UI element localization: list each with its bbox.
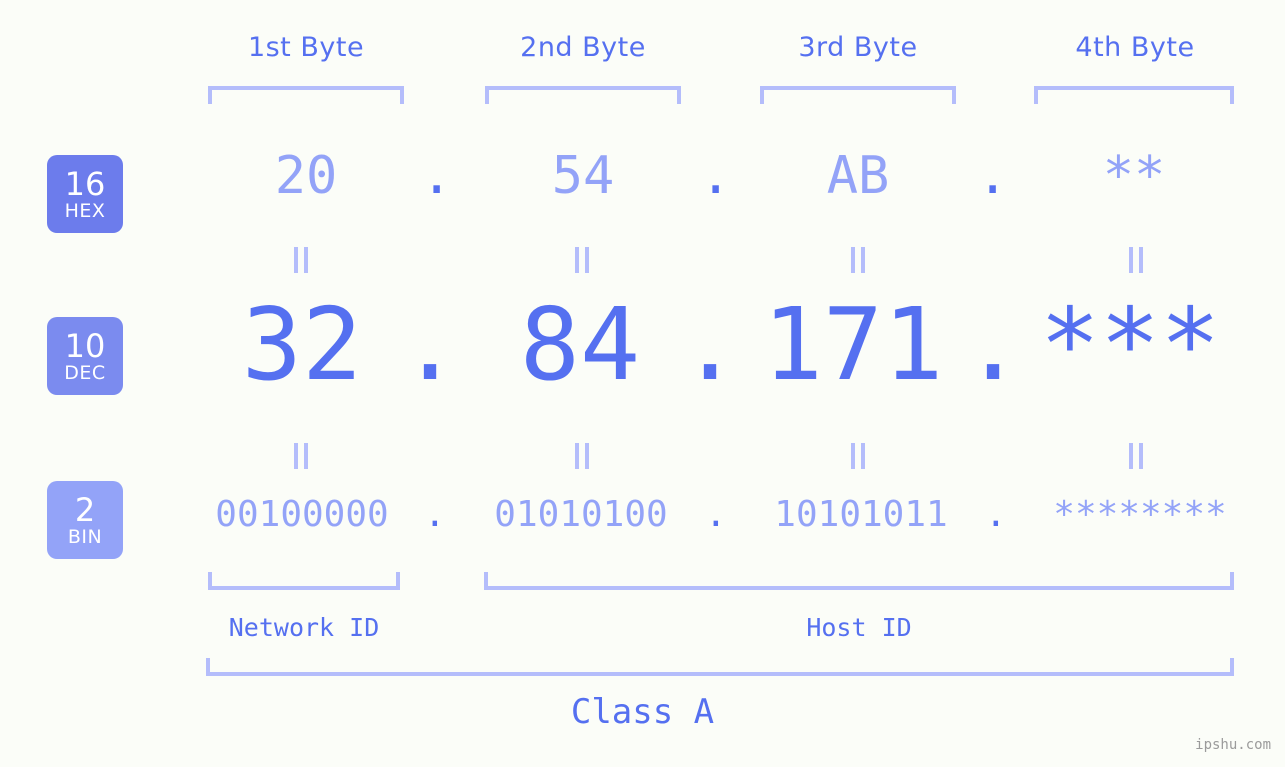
byte-header-4: 4th Byte <box>1035 32 1235 63</box>
equivalence-mark-hex-dec-4 <box>1125 246 1147 274</box>
network-id-bracket <box>208 572 400 590</box>
byte-header-4-label: 4th Byte <box>1075 32 1195 63</box>
base-badge-bin-number: 2 <box>74 490 96 529</box>
base-badge-dec: 10 DEC <box>47 317 123 395</box>
byte-header-1: 1st Byte <box>208 32 404 63</box>
base-badge-bin: 2 BIN <box>47 481 123 559</box>
hex-separator-3: . <box>977 146 1009 206</box>
dec-separator-1: . <box>400 286 461 403</box>
bin-separator-2: . <box>705 494 727 535</box>
byte-header-1-label: 1st Byte <box>247 32 365 63</box>
hex-byte-1: 20 <box>274 146 338 206</box>
dec-byte-3: 171 <box>762 286 944 403</box>
equivalence-mark-dec-bin-1 <box>290 442 312 470</box>
equivalence-mark-dec-bin-2 <box>571 442 593 470</box>
bin-separator-3: . <box>985 494 1007 535</box>
base-badge-dec-name: DEC <box>64 361 106 384</box>
bin-byte-4: ******** <box>1053 494 1227 535</box>
equivalence-mark-hex-dec-2 <box>571 246 593 274</box>
equivalence-mark-dec-bin-4 <box>1125 442 1147 470</box>
class-label-text: Class A <box>570 692 715 732</box>
host-id-bracket <box>484 572 1234 590</box>
bin-separator-1: . <box>424 494 446 535</box>
base-badge-dec-number: 10 <box>64 326 106 365</box>
byte-header-2: 2nd Byte <box>485 32 681 63</box>
hex-separator-2: . <box>700 146 732 206</box>
byte-bracket-4 <box>1034 86 1234 104</box>
dec-byte-2: 84 <box>519 286 641 403</box>
bin-byte-3: 10101011 <box>774 494 948 535</box>
equivalence-mark-hex-dec-1 <box>290 246 312 274</box>
base-badge-hex-name: HEX <box>64 199 106 222</box>
byte-bracket-3 <box>760 86 956 104</box>
bin-byte-2: 01010100 <box>494 494 668 535</box>
byte-header-3-label: 3rd Byte <box>798 32 918 63</box>
dec-byte-1: 32 <box>241 286 363 403</box>
bin-byte-1: 00100000 <box>215 494 389 535</box>
dec-separator-3: . <box>963 286 1024 403</box>
class-label: Class A <box>0 692 1285 732</box>
byte-bracket-2 <box>485 86 681 104</box>
dec-separator-2: . <box>680 286 741 403</box>
base-badge-hex-number: 16 <box>64 164 106 203</box>
dec-byte-4: *** <box>1039 286 1221 403</box>
hex-byte-4: ** <box>1102 146 1166 206</box>
ip-byte-diagram: 1st Byte 2nd Byte 3rd Byte 4th Byte 16 H… <box>0 0 1285 767</box>
byte-bracket-1 <box>208 86 404 104</box>
host-id-label-text: Host ID <box>806 613 912 642</box>
host-id-label: Host ID <box>484 613 1234 642</box>
network-id-label-text: Network ID <box>228 613 380 642</box>
byte-header-2-label: 2nd Byte <box>520 32 646 63</box>
hex-byte-2: 54 <box>551 146 615 206</box>
network-id-label: Network ID <box>208 613 400 642</box>
byte-header-3: 3rd Byte <box>760 32 956 63</box>
equivalence-mark-dec-bin-3 <box>847 442 869 470</box>
hex-byte-3: AB <box>826 146 890 206</box>
equivalence-mark-hex-dec-3 <box>847 246 869 274</box>
base-badge-bin-name: BIN <box>67 525 103 548</box>
hex-separator-1: . <box>421 146 453 206</box>
site-watermark: ipshu.com <box>1195 737 1271 753</box>
base-badge-hex: 16 HEX <box>47 155 123 233</box>
class-bracket <box>206 658 1234 676</box>
